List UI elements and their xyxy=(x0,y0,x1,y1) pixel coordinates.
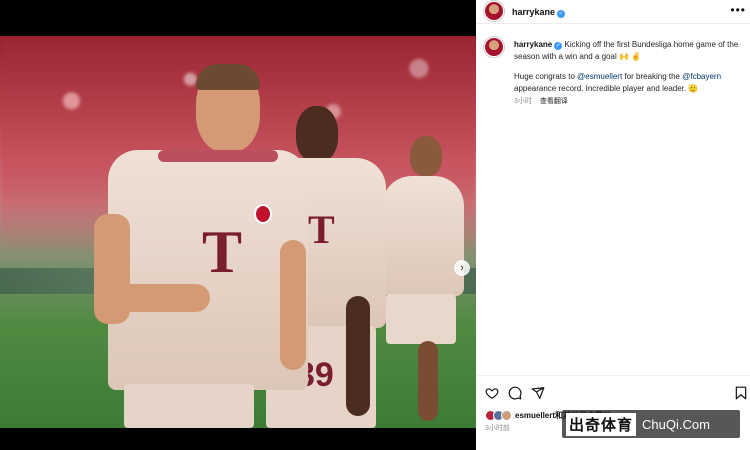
caption-avatar[interactable] xyxy=(484,37,504,57)
caption-text-3: for breaking the xyxy=(622,72,683,81)
post-timestamp: 3小时前 xyxy=(485,425,510,432)
player-front: T xyxy=(94,64,308,428)
post-time: 3小时 xyxy=(514,98,532,105)
heart-icon[interactable] xyxy=(485,386,499,403)
media-pane: T 39 T › xyxy=(0,0,476,450)
more-icon[interactable]: ••• xyxy=(730,3,746,17)
post-details-pane: harrykane ✓ ••• harrykane ✓ Kicking off th… xyxy=(476,0,750,450)
mention-link[interactable]: @esmuellert xyxy=(577,72,622,81)
chevron-right-icon[interactable]: › xyxy=(454,260,470,276)
verified-badge-icon: ✓ xyxy=(557,10,566,18)
share-icon[interactable] xyxy=(531,386,545,403)
post-caption: harrykane ✓ Kicking off the first Bundesl… xyxy=(514,39,744,95)
shirt-logo-front: T xyxy=(202,219,243,285)
verified-badge-icon: ✓ xyxy=(554,42,563,50)
post-photo[interactable]: T 39 T › xyxy=(0,36,476,428)
watermark: 出奇体育 ChuQi.Com xyxy=(562,410,740,438)
bookmark-icon[interactable] xyxy=(735,386,747,403)
shirt-logo: T xyxy=(308,207,335,252)
post-header: harrykane ✓ ••• xyxy=(476,0,750,24)
watermark-en: ChuQi.Com xyxy=(642,416,710,432)
mention-link[interactable]: @fcbayern xyxy=(682,72,721,81)
caption-meta: 3小时 查看翻译 xyxy=(514,96,568,106)
translate-link[interactable]: 查看翻译 xyxy=(540,98,568,105)
watermark-cn: 出奇体育 xyxy=(566,412,637,436)
divider xyxy=(476,375,750,376)
caption-text-2: Huge congrats to xyxy=(514,72,578,81)
header-username[interactable]: harrykane ✓ xyxy=(512,7,566,18)
liker-avatar xyxy=(501,409,512,421)
action-bar xyxy=(485,386,747,402)
comment-icon[interactable] xyxy=(508,386,522,403)
caption-username[interactable]: harrykane xyxy=(514,40,552,49)
avatar[interactable] xyxy=(484,1,504,21)
caption-text-4: appearance record. Incredible player and… xyxy=(514,84,699,93)
header-username-text[interactable]: harrykane xyxy=(512,7,555,17)
